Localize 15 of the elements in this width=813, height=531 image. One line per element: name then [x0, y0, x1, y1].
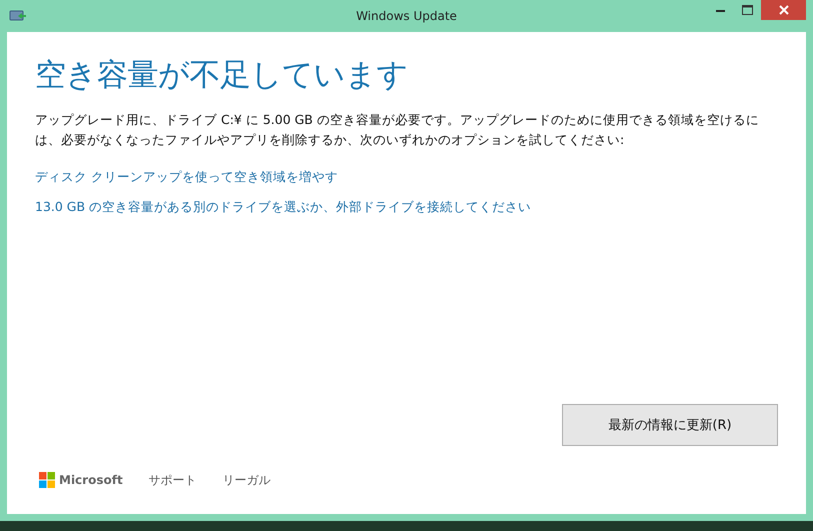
update-icon: [9, 10, 27, 22]
message-text: アップグレード用に、ドライブ C:¥ に 5.00 GB の空き容量が必要です。アップグレードのために使用できる領域を空けるには、必要がなくなったファイルやアプリを削除するか、次のいずれかのオプションを試してください:: [35, 111, 760, 149]
brand-name: Microsoft: [59, 473, 123, 487]
option-link[interactable]: 13.0 GB の空き容量がある別のドライブを選ぶか、外部ドライブを接続してください: [35, 197, 532, 217]
close-button[interactable]: [761, 0, 806, 20]
maximize-icon: [742, 5, 753, 15]
window-title: Windows Update: [355, 9, 458, 23]
microsoft-logo-icon: [39, 472, 55, 488]
close-icon: [778, 5, 788, 15]
minimize-icon: [716, 8, 725, 12]
option-link[interactable]: ディスク クリーンアップを使って空き領域を増やす: [35, 167, 338, 187]
footer-link[interactable]: サポート: [148, 472, 197, 488]
footer-link[interactable]: リーガル: [222, 472, 271, 488]
heading: 空き容量が不足しています: [35, 56, 409, 95]
refresh-button[interactable]: 最新の情報に更新(R): [562, 404, 778, 446]
